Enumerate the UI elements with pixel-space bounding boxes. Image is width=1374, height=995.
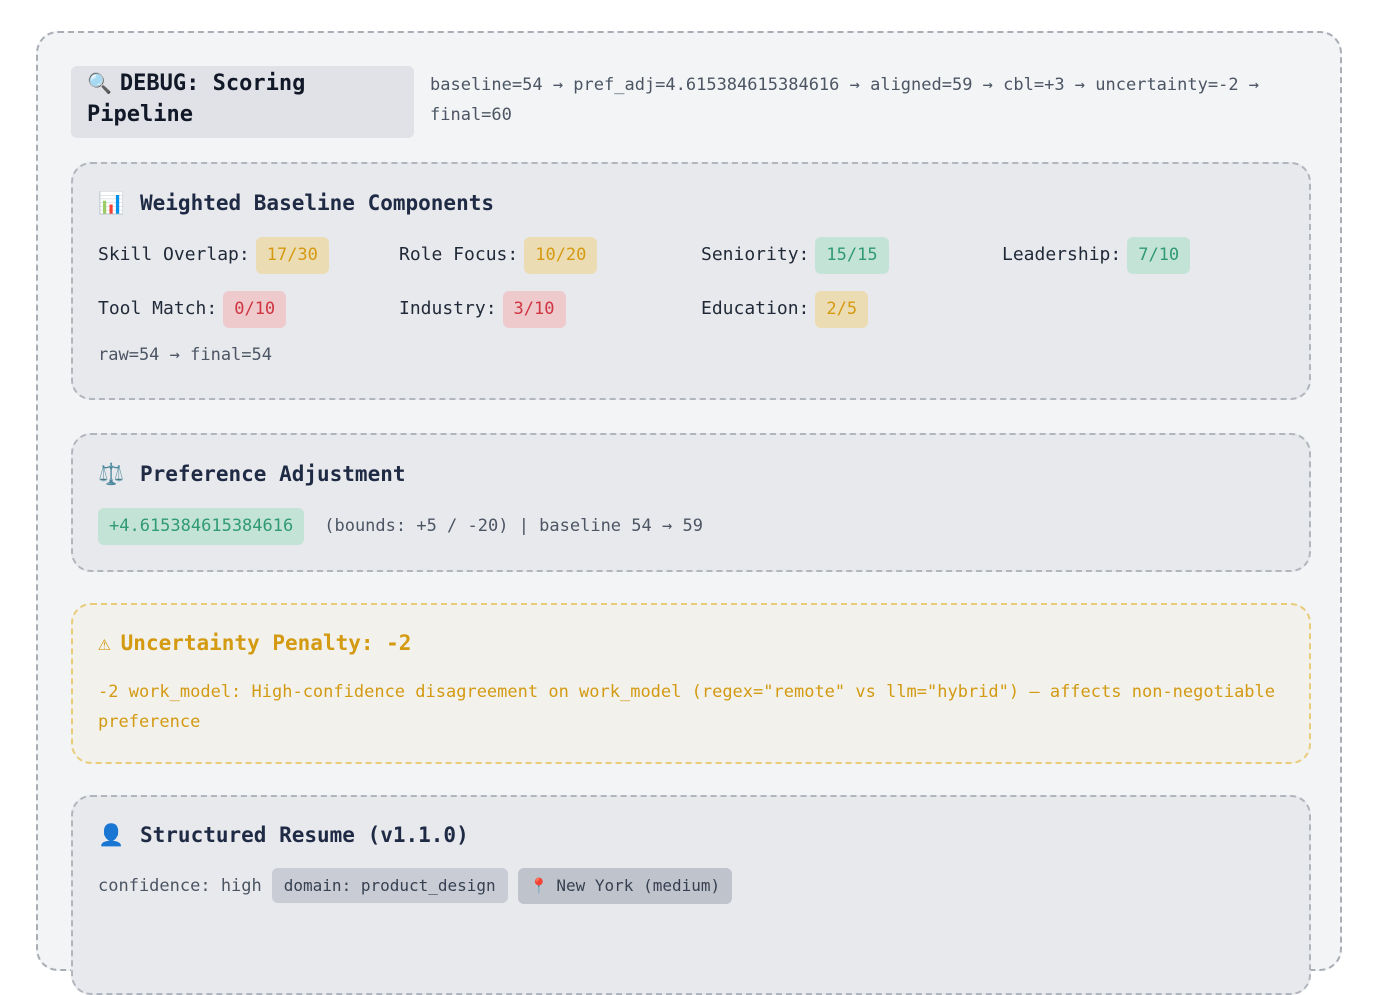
component-label: Leadership: [1002, 244, 1122, 265]
component-role-focus: Role Focus: 10/20 [399, 236, 598, 274]
pin-icon: 📍 [529, 877, 549, 895]
preference-detail: (bounds: +5 / -20) | baseline 54 → 59 [324, 516, 703, 536]
resume-title-text: Structured Resume (v1.1.0) [140, 823, 469, 847]
preference-title-text: Preference Adjustment [140, 462, 406, 486]
component-score: 10/20 [524, 237, 598, 274]
component-score: 2/5 [815, 291, 869, 328]
component-label: Education: [701, 298, 810, 319]
location-text: New York (medium) [556, 876, 721, 895]
preference-title: ⚖️ Preference Adjustment [98, 462, 406, 487]
preference-row: +4.615384615384616 (bounds: +5 / -20) | b… [98, 508, 703, 545]
uncertainty-title-text: Uncertainty Penalty: -2 [120, 631, 412, 655]
uncertainty-detail: -2 work_model: High-confidence disagreem… [98, 682, 1276, 732]
component-score: 3/10 [502, 291, 566, 328]
uncertainty-card: ⚠ Uncertainty Penalty: -2 -2 work_model: … [71, 603, 1311, 764]
raw-final-line: raw=54 → final=54 [98, 345, 272, 365]
component-seniority: Seniority: 15/15 [701, 236, 889, 274]
magnifier-icon: 🔍 [87, 71, 112, 95]
component-score: 7/10 [1127, 237, 1191, 274]
person-icon: 👤 [98, 823, 125, 847]
resume-card: 👤 Structured Resume (v1.1.0) confidence: … [71, 795, 1311, 995]
component-tool-match: Tool Match: 0/10 [98, 290, 287, 328]
component-label: Skill Overlap: [98, 244, 250, 265]
component-score: 0/10 [223, 291, 287, 328]
component-industry: Industry: 3/10 [399, 290, 566, 328]
component-label: Industry: [399, 298, 497, 319]
debug-title-text: DEBUG: Scoring Pipeline [87, 71, 306, 127]
debug-header: 🔍 DEBUG: Scoring Pipeline baseline=54 → p… [71, 66, 1311, 138]
component-score: 15/15 [815, 237, 889, 274]
pipeline-summary: baseline=54 → pref_adj=4.615384615384616… [430, 75, 1260, 125]
resume-title: 👤 Structured Resume (v1.1.0) [98, 823, 469, 848]
component-skill-overlap: Skill Overlap: 17/30 [98, 236, 329, 274]
component-score: 17/30 [255, 237, 329, 274]
preference-value-badge: +4.615384615384616 [98, 508, 305, 545]
component-leadership: Leadership: 7/10 [1002, 236, 1191, 274]
debug-panel: 🔍 DEBUG: Scoring Pipeline baseline=54 → p… [36, 31, 1342, 995]
warning-icon: ⚠ [98, 631, 111, 655]
component-label: Tool Match: [98, 298, 218, 319]
domain-tag: domain: product_design [271, 868, 508, 903]
component-label: Seniority: [701, 244, 810, 265]
component-label: Role Focus: [399, 244, 519, 265]
preference-card: ⚖️ Preference Adjustment +4.6153846153846… [71, 433, 1311, 572]
debug-title: 🔍 DEBUG: Scoring Pipeline [71, 66, 414, 138]
location-tag: 📍 New York (medium) [517, 868, 733, 904]
resume-meta-row: confidence: high domain: product_design 📍 N… [98, 868, 733, 904]
baseline-card: 📊 Weighted Baseline Components Skill Over… [71, 162, 1311, 400]
uncertainty-title: ⚠ Uncertainty Penalty: -2 [98, 631, 411, 655]
bar-chart-icon: 📊 [98, 191, 125, 215]
resume-confidence: confidence: high [98, 876, 262, 896]
scales-icon: ⚖️ [98, 462, 125, 486]
baseline-title: 📊 Weighted Baseline Components [98, 191, 494, 216]
component-education: Education: 2/5 [701, 290, 869, 328]
baseline-title-text: Weighted Baseline Components [140, 191, 495, 215]
